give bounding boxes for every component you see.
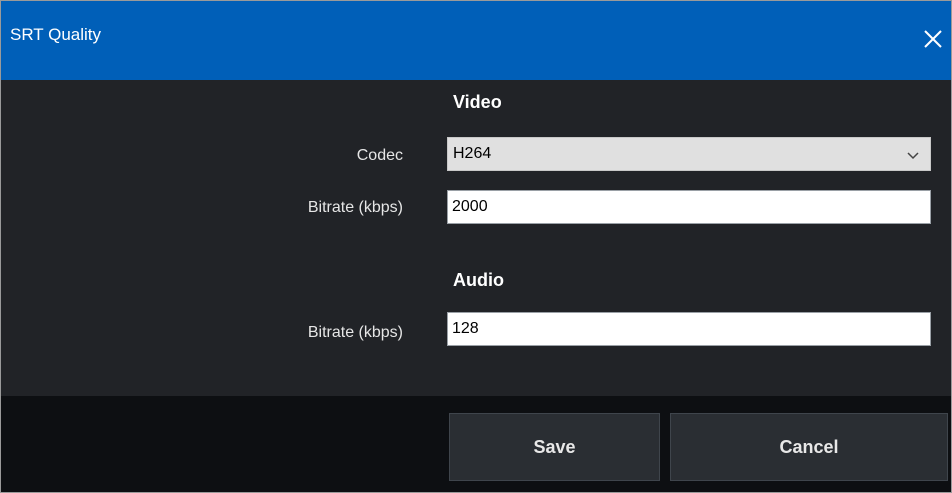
audio-bitrate-input[interactable] — [447, 312, 931, 346]
close-button[interactable] — [919, 25, 947, 53]
cancel-button[interactable]: Cancel — [670, 413, 948, 481]
audio-section-header: Audio — [453, 270, 504, 290]
title-bar: SRT Quality — [1, 1, 951, 80]
dialog-body — [1, 80, 951, 396]
chevron-down-icon — [907, 152, 919, 160]
audio-bitrate-label: Bitrate (kbps) — [307, 324, 403, 341]
close-icon — [924, 30, 942, 48]
video-bitrate-input[interactable] — [447, 190, 931, 224]
video-bitrate-label: Bitrate (kbps) — [307, 199, 403, 216]
codec-label: Codec — [356, 147, 403, 164]
codec-dropdown[interactable]: H264 — [447, 137, 931, 171]
codec-selected-value: H264 — [453, 145, 492, 162]
dialog-title: SRT Quality — [10, 25, 102, 44]
save-button[interactable]: Save — [449, 413, 660, 481]
srt-quality-dialog: SRT Quality Video Codec H264 Bitrate (kb… — [0, 0, 952, 493]
video-section-header: Video — [453, 92, 502, 112]
